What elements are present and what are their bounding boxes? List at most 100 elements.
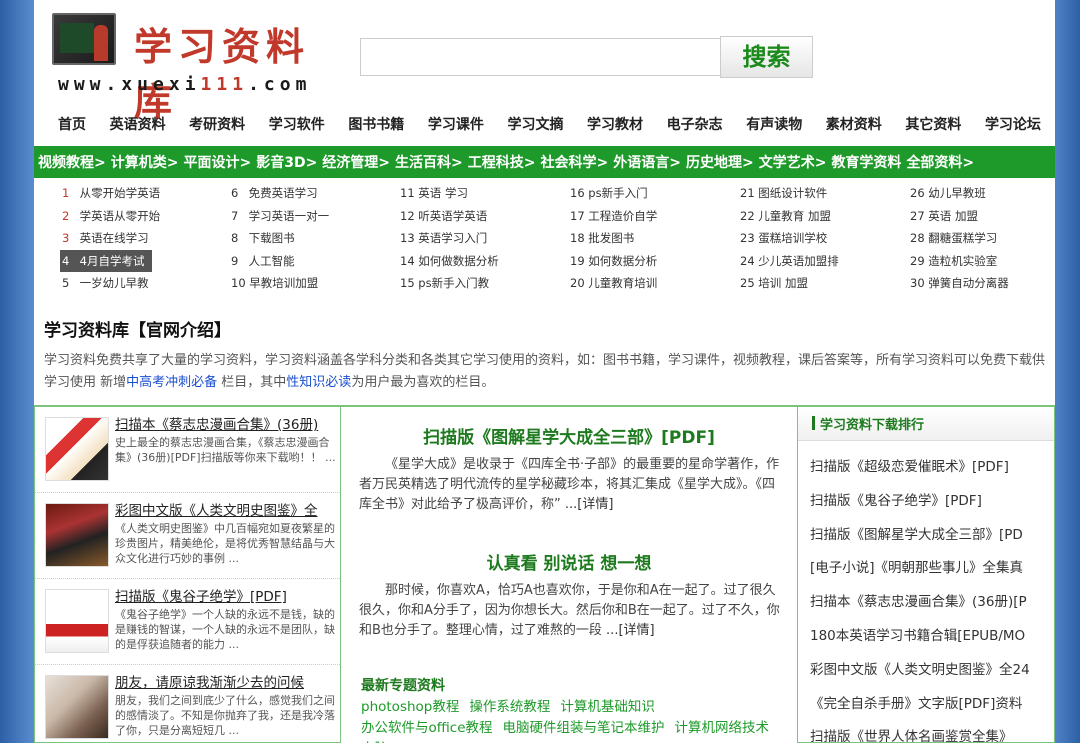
thumbnail-image[interactable] bbox=[45, 503, 109, 567]
keyword-link[interactable]: 6 免费英语学习 bbox=[231, 182, 399, 205]
keyword-link[interactable]: 28 翻糖蛋糕学习 bbox=[910, 227, 1055, 250]
keyword-link[interactable]: 3 英语在线学习 bbox=[62, 227, 230, 250]
category-engineering[interactable]: 工程科技> bbox=[468, 152, 536, 172]
topic-link[interactable]: 计算机基础知识 bbox=[560, 699, 655, 715]
nav-item-other[interactable]: 其它资料 bbox=[905, 112, 961, 138]
list-item: 扫描本《蔡志忠漫画合集》(36册) 史上最全的蔡志忠漫画合集，《蔡志忠漫画合集》… bbox=[35, 407, 340, 493]
details-link[interactable]: ...[详情] bbox=[602, 623, 655, 638]
keyword-link[interactable]: 9 人工智能 bbox=[231, 250, 399, 273]
keyword-link[interactable]: 10 早教培训加盟 bbox=[231, 272, 399, 295]
nav-item-magazines[interactable]: 电子杂志 bbox=[667, 112, 723, 138]
search-input[interactable] bbox=[360, 38, 722, 76]
category-economics[interactable]: 经济管理> bbox=[322, 152, 390, 172]
nav-item-software[interactable]: 学习软件 bbox=[269, 112, 325, 138]
item-title-link[interactable]: 扫描本《蔡志忠漫画合集》(36册) bbox=[115, 413, 335, 433]
ranking-item-link[interactable]: 扫描本《蔡志忠漫画合集》(36册)[P bbox=[810, 590, 1046, 624]
ranking-item-link[interactable]: 彩图中文版《人类文明史图鉴》全24 bbox=[810, 658, 1046, 692]
topic-link[interactable]: photoshop教程 bbox=[361, 699, 459, 715]
keyword-link[interactable]: 30 弹簧自动分离器 bbox=[910, 272, 1055, 295]
nav-item-textbooks[interactable]: 学习教材 bbox=[587, 112, 643, 138]
keyword-link[interactable]: 5 一岁幼儿早教 bbox=[62, 272, 230, 295]
keyword-link[interactable]: 15 ps新手入门教 bbox=[400, 272, 568, 295]
nav-item-digest[interactable]: 学习文摘 bbox=[507, 112, 563, 138]
keyword-link[interactable]: 7 学习英语一对一 bbox=[231, 205, 399, 228]
keyword-link[interactable]: 27 英语 加盟 bbox=[910, 205, 1055, 228]
details-link[interactable]: ...[详情] bbox=[561, 497, 614, 512]
keyword-link[interactable]: 18 批发图书 bbox=[570, 227, 738, 250]
keyword-link[interactable]: 29 造粒机实验室 bbox=[910, 250, 1055, 273]
keyword-link-active[interactable]: 4 4月自学考试 bbox=[60, 249, 153, 272]
category-literature[interactable]: 文学艺术> bbox=[759, 152, 827, 172]
keyword-link[interactable]: 26 幼儿早教班 bbox=[910, 182, 1055, 205]
nav-item-courseware[interactable]: 学习课件 bbox=[428, 112, 484, 138]
article-title-link[interactable]: 扫描版《图解星学大成全三部》[PDF] bbox=[341, 423, 797, 448]
keyword-link[interactable]: 16 ps新手入门 bbox=[570, 182, 738, 205]
keyword-link[interactable]: 12 听英语学英语 bbox=[400, 205, 568, 228]
nav-item-home[interactable]: 首页 bbox=[58, 112, 86, 138]
item-description: 《鬼谷子绝学》一个人缺的永远不是钱，缺的是赚钱的智谋，一个人缺的永远不是团队，缺… bbox=[115, 608, 335, 651]
category-history[interactable]: 历史地理> bbox=[686, 152, 754, 172]
site-logo[interactable]: 学习资料库 www.xuexi111.com bbox=[50, 10, 340, 124]
topic-link[interactable]: 办公软件与office教程 bbox=[361, 720, 493, 736]
article-title-link[interactable]: 认真看 别说话 想一想 bbox=[341, 549, 797, 574]
intro-link-exam[interactable]: 中高考冲刺必备 bbox=[126, 375, 217, 390]
keyword-link[interactable]: 1 从零开始学英语 bbox=[62, 182, 230, 205]
topic-link[interactable]: 计算机网络技术 bbox=[675, 720, 770, 736]
category-life[interactable]: 生活百科> bbox=[395, 152, 463, 172]
keyword-link[interactable]: 22 儿童教育 加盟 bbox=[740, 205, 908, 228]
search-button[interactable]: 搜索 bbox=[720, 36, 813, 78]
ranking-item-link[interactable]: 扫描版《世界人体名画鉴赏全集》 bbox=[810, 725, 1046, 742]
nav-item-materials[interactable]: 素材资料 bbox=[826, 112, 882, 138]
logo-url: www.xuexi111.com bbox=[58, 74, 312, 95]
item-title-link[interactable]: 彩图中文版《人类文明史图鉴》全 bbox=[115, 499, 335, 519]
thumbnail-image[interactable] bbox=[45, 675, 109, 739]
main-nav: 首页 英语资料 考研资料 学习软件 图书书籍 学习课件 学习文摘 学习教材 电子… bbox=[34, 112, 1055, 138]
ranking-item-link[interactable]: [电子小说]《明朝那些事儿》全集真 bbox=[810, 556, 1046, 590]
download-ranking: 学习资料下载排行 扫描版《超级恋爱催眠术》[PDF] 扫描版《鬼谷子绝学》[PD… bbox=[797, 405, 1055, 743]
category-media-3d[interactable]: 影音3D> bbox=[256, 152, 317, 172]
ranking-item-link[interactable]: 180本英语学习书籍合辑[EPUB/MO bbox=[810, 624, 1046, 658]
keyword-link[interactable]: 14 如何做数据分析 bbox=[400, 250, 568, 273]
category-education[interactable]: 教育学资料 bbox=[831, 152, 901, 172]
list-item: 朋友，请原谅我渐渐少去的问候 朋友，我们之间到底少了什么，感觉我们之间的感情淡了… bbox=[35, 665, 340, 742]
keyword-link[interactable]: 13 英语学习入门 bbox=[400, 227, 568, 250]
keyword-link[interactable]: 23 蛋糕培训学校 bbox=[740, 227, 908, 250]
keyword-link[interactable]: 19 如何数据分析 bbox=[570, 250, 738, 273]
thumbnail-image[interactable] bbox=[45, 589, 109, 653]
ranking-item-link[interactable]: 扫描版《图解星学大成全三部》[PD bbox=[810, 523, 1046, 557]
nav-item-books[interactable]: 图书书籍 bbox=[348, 112, 404, 138]
category-computer[interactable]: 计算机类> bbox=[111, 152, 179, 172]
item-title-link[interactable]: 朋友，请原谅我渐渐少去的问候 bbox=[115, 671, 335, 691]
nav-item-forum[interactable]: 学习论坛 bbox=[985, 112, 1041, 138]
category-video[interactable]: 视频教程> bbox=[38, 152, 106, 172]
category-all[interactable]: 全部资料> bbox=[906, 152, 974, 172]
keyword-link[interactable]: 25 培训 加盟 bbox=[740, 272, 908, 295]
list-item: 扫描版《鬼谷子绝学》[PDF] 《鬼谷子绝学》一个人缺的永远不是钱，缺的是赚钱的… bbox=[35, 579, 340, 665]
category-nav: 视频教程> 计算机类> 平面设计> 影音3D> 经济管理> 生活百科> 工程科技… bbox=[34, 146, 1055, 178]
keyword-link[interactable]: 24 少儿英语加盟排 bbox=[740, 250, 908, 273]
nav-item-english[interactable]: 英语资料 bbox=[110, 112, 166, 138]
intro-link-knowledge[interactable]: 性知识必读 bbox=[286, 375, 351, 390]
item-description: 史上最全的蔡志忠漫画合集，《蔡志忠漫画合集》(36册)[PDF]扫描版等你来下载… bbox=[115, 436, 336, 464]
nav-item-audiobooks[interactable]: 有声读物 bbox=[746, 112, 802, 138]
keyword-link[interactable]: 11 英语 学习 bbox=[400, 182, 568, 205]
intro-title: 学习资料库【官网介绍】 bbox=[44, 321, 231, 341]
category-graphic-design[interactable]: 平面设计> bbox=[183, 152, 251, 172]
category-languages[interactable]: 外语语言> bbox=[613, 152, 681, 172]
topic-link[interactable]: 操作系统教程 bbox=[469, 699, 550, 715]
ranking-item-link[interactable]: 扫描版《鬼谷子绝学》[PDF] bbox=[810, 489, 1046, 523]
topic-link[interactable]: 电脑硬件组装与笔记本维护 bbox=[503, 720, 665, 736]
category-social-science[interactable]: 社会科学> bbox=[541, 152, 609, 172]
ranking-item-link[interactable]: 扫描版《超级恋爱催眠术》[PDF] bbox=[810, 455, 1046, 489]
keyword-link[interactable]: 17 工程造价自学 bbox=[570, 205, 738, 228]
ranking-item-link[interactable]: 《完全自杀手册》文字版[PDF]资料 bbox=[810, 692, 1046, 726]
topics-heading: 最新专题资料 bbox=[361, 678, 445, 694]
keyword-link[interactable]: 20 儿童教育培训 bbox=[570, 272, 738, 295]
keyword-link[interactable]: 2 学英语从零开始 bbox=[62, 205, 230, 228]
item-title-link[interactable]: 扫描版《鬼谷子绝学》[PDF] bbox=[115, 585, 335, 605]
nav-item-kaoyan[interactable]: 考研资料 bbox=[189, 112, 245, 138]
keyword-link[interactable]: 8 下载图书 bbox=[231, 227, 399, 250]
thumbnail-image[interactable] bbox=[45, 417, 109, 481]
keyword-link[interactable]: 21 图纸设计软件 bbox=[740, 182, 908, 205]
heading-marker-icon bbox=[812, 416, 815, 430]
